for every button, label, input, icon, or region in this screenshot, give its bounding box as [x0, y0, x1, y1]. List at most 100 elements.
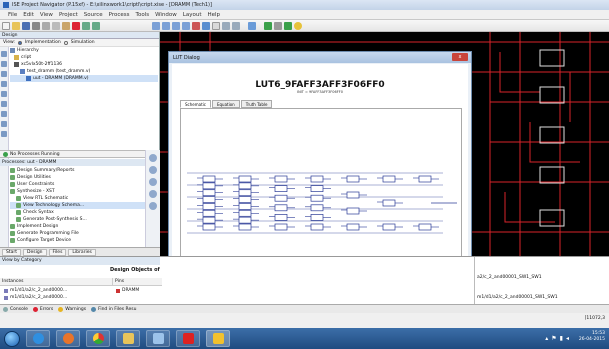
process-item[interactable]: Generate Programming File [10, 230, 145, 237]
menu-help[interactable]: Help [207, 12, 220, 18]
zoom-fit-icon[interactable] [172, 21, 180, 30]
process-item[interactable]: Configure Target Device [10, 237, 145, 244]
route-icon[interactable] [222, 21, 230, 30]
open-folder-icon[interactable] [12, 21, 20, 30]
menu-project[interactable]: Project [59, 12, 78, 18]
run-process-icon[interactable] [149, 154, 157, 162]
tree-item[interactable]: test_dramm (test_dramm.v) [10, 68, 158, 75]
instance-row[interactable]: m1/d1/a2/c_2_and0000... [4, 288, 67, 293]
taskbar-ise[interactable] [206, 330, 230, 347]
paste-icon[interactable] [62, 21, 70, 30]
start-button[interactable] [4, 330, 20, 347]
implementation-label[interactable]: Implementation [25, 40, 61, 45]
collapse-icon[interactable] [1, 111, 7, 117]
simulation-label[interactable]: Simulation [71, 40, 95, 45]
menu-edit[interactable]: Edit [23, 12, 34, 18]
tab-design[interactable]: Design [23, 248, 47, 256]
print-icon[interactable] [32, 21, 40, 30]
process-item[interactable]: Synthesize - XST [10, 188, 145, 195]
delete-icon[interactable] [72, 21, 80, 30]
tab-equation[interactable]: Equation [211, 100, 240, 108]
help-pointer-icon[interactable] [248, 21, 256, 30]
refresh-icon[interactable] [1, 131, 7, 137]
tab-console[interactable]: Console [3, 306, 28, 312]
tab-libraries[interactable]: Libraries [68, 248, 96, 256]
tray-arrow-icon[interactable]: ▴ [545, 335, 548, 342]
process-item[interactable]: Implement Design [10, 223, 145, 230]
add-copy-icon[interactable] [1, 61, 7, 67]
process-item[interactable]: View RTL Schematic [10, 195, 145, 202]
process-item[interactable]: View Technology Schema... [10, 202, 145, 209]
filter-icon[interactable] [1, 121, 7, 127]
taskbar-pdf[interactable] [176, 330, 200, 347]
stop-icon[interactable] [274, 21, 282, 30]
menu-view[interactable]: View [40, 12, 53, 18]
cut-icon[interactable] [42, 21, 50, 30]
tree-item[interactable]: xc5vlx50t-2ff1136 [10, 61, 158, 68]
tray-clock[interactable]: 15:53 26-04-2015 [579, 331, 605, 343]
close-icon[interactable]: x [452, 53, 468, 61]
undo-icon[interactable] [82, 21, 90, 30]
redo-icon[interactable] [92, 21, 100, 30]
grid-icon[interactable] [212, 21, 220, 30]
taskbar-media[interactable] [56, 330, 80, 347]
tray-network-icon[interactable]: ▮ [560, 335, 563, 342]
taskbar-ie[interactable] [26, 330, 50, 347]
tray-flag-icon[interactable]: ⚑ [551, 335, 556, 342]
tab-start[interactable]: Start [2, 248, 21, 256]
zoom-out-icon[interactable] [162, 21, 170, 30]
run-icon[interactable] [264, 21, 272, 30]
copy-icon[interactable] [52, 21, 60, 30]
menu-file[interactable]: File [8, 12, 17, 18]
find-icon [91, 306, 97, 312]
process-item[interactable]: Check Syntax [10, 209, 145, 216]
menu-window[interactable]: Window [155, 12, 177, 18]
implementation-radio[interactable] [17, 40, 22, 45]
save-icon[interactable] [22, 21, 30, 30]
tree-item[interactable]: cript [10, 54, 158, 61]
process-item[interactable]: Generate Post-Synthesis S... [10, 216, 145, 223]
add-source-icon[interactable] [1, 51, 7, 57]
process-item[interactable]: Design Summary/Reports [10, 167, 145, 174]
menu-source[interactable]: Source [84, 12, 103, 18]
tab-errors[interactable]: Errors [32, 306, 53, 312]
taskbar-window[interactable] [146, 330, 170, 347]
stop-process-icon[interactable] [149, 190, 157, 198]
rerun-process-icon[interactable] [149, 166, 157, 174]
expand-icon[interactable] [1, 101, 7, 107]
new-file-icon[interactable] [2, 21, 10, 30]
tab-schematic[interactable]: Schematic [180, 100, 211, 108]
instance-row[interactable]: m1/d1/a2/c_2_and0000... [4, 295, 67, 300]
schematic-icon[interactable] [202, 21, 210, 30]
net-icon[interactable] [232, 21, 240, 30]
tab-find-in-files[interactable]: Find in Files Resu [91, 306, 136, 312]
pin-row[interactable]: DRAMM [116, 288, 139, 293]
zoom-area-icon[interactable] [182, 21, 190, 30]
select-icon[interactable] [192, 21, 200, 30]
instances-header[interactable]: Instances [0, 278, 112, 286]
remove-icon[interactable] [1, 81, 7, 87]
tab-files[interactable]: Files [48, 248, 67, 256]
lut-gate [238, 209, 252, 217]
zoom-in-icon[interactable] [152, 21, 160, 30]
info-icon[interactable] [294, 21, 302, 30]
properties-icon[interactable] [1, 91, 7, 97]
process-item[interactable]: User Constraints [10, 181, 145, 188]
rerun-icon[interactable] [284, 21, 292, 30]
process-item[interactable]: Design Utilities [10, 174, 145, 181]
pins-header[interactable]: Pins [112, 278, 162, 286]
tree-item[interactable]: uut - DRAMM (DRAMM.v) [10, 75, 158, 82]
rerun-all-icon[interactable] [149, 178, 157, 186]
lut-gate [238, 175, 252, 183]
menu-layout[interactable]: Layout [183, 12, 202, 18]
tab-truth-table[interactable]: Truth Table [240, 100, 273, 108]
taskbar-chrome[interactable] [86, 330, 110, 347]
menu-tools[interactable]: Tools [136, 12, 150, 18]
open-report-icon[interactable] [149, 202, 157, 210]
tab-warnings[interactable]: Warnings [58, 306, 86, 312]
open-icon[interactable] [1, 71, 7, 77]
tray-volume-icon[interactable]: ◂ [566, 335, 569, 342]
menu-process[interactable]: Process [109, 12, 130, 18]
taskbar-explorer[interactable] [116, 330, 140, 347]
simulation-radio[interactable] [63, 40, 68, 45]
